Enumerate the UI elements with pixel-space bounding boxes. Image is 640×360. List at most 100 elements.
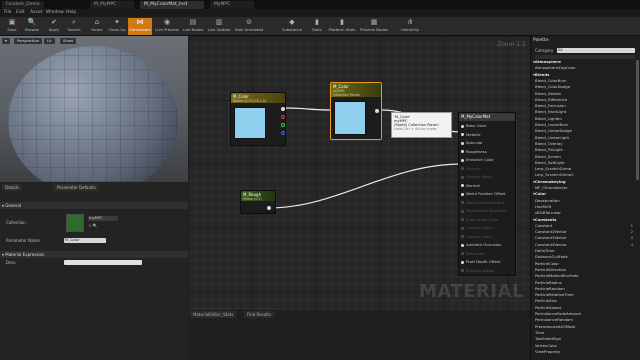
substance-button[interactable]: ◆ Substance	[280, 18, 304, 35]
material-input-row[interactable]: Opacity	[461, 166, 481, 172]
live-nodes-button[interactable]: ▤ Live Nodes	[182, 18, 204, 35]
material-input-pin[interactable]	[461, 269, 464, 272]
material-input-row[interactable]: Roughness	[461, 149, 487, 155]
material-input-pin[interactable]	[461, 192, 464, 196]
menu-file[interactable]: File	[4, 10, 12, 15]
palette-item[interactable]: MF_Chromakeyer	[535, 185, 637, 191]
material-input-row[interactable]: Custom Data 1	[461, 234, 494, 240]
viewport-menu-button[interactable]: ▾	[2, 38, 10, 44]
palette-category[interactable]: ▾Constants	[533, 217, 635, 223]
tab-m-mycolormat-inst[interactable]: M_MyColorMat_Inst	[140, 1, 204, 9]
material-input-row[interactable]: Pixel Depth Offset	[461, 259, 500, 265]
palette-item[interactable]: PerInstanceRandom	[535, 317, 637, 323]
material-input-row[interactable]: Shading Model	[461, 268, 494, 274]
palette-item[interactable]: Blend_Screen	[535, 154, 637, 160]
palette-item[interactable]: Desaturation	[535, 198, 637, 204]
palette-item[interactable]: Time	[535, 330, 637, 336]
pin-mpc-output[interactable]	[375, 109, 379, 113]
tab-materialeditor-stats[interactable]: MaterialEditor_Stats	[190, 311, 237, 318]
palette-item[interactable]: Blend_HardLight	[535, 109, 637, 115]
palette-item[interactable]: Blend_Exclusion	[535, 103, 637, 109]
show-button[interactable]: Show	[60, 38, 77, 44]
apply-button[interactable]: ✔ Apply	[43, 18, 65, 35]
preview-viewport[interactable]: ▾ Perspective Lit Show	[0, 36, 188, 182]
collection-thumbnail[interactable]	[66, 214, 84, 232]
pin-color-rgb[interactable]	[281, 107, 285, 111]
palette-item[interactable]: DistanceCullFade	[535, 254, 637, 260]
tab-find-results[interactable]: Find Results	[244, 311, 274, 318]
category-dropdown[interactable]: All	[557, 48, 635, 53]
material-input-row[interactable]: Specular	[461, 140, 483, 146]
palette-item[interactable]: VertexColor	[535, 343, 637, 349]
hierarchy-button[interactable]: ⋔ Hierarchy	[398, 18, 422, 35]
platform-stats-button[interactable]: ▮ Platform Stats	[328, 18, 356, 35]
tab-fundam-demo[interactable]: Fundam_Demo	[2, 1, 44, 9]
material-input-pin[interactable]	[461, 133, 464, 136]
save-button[interactable]: ▣ Save	[1, 18, 23, 35]
material-input-pin[interactable]	[461, 260, 464, 264]
palette-item[interactable]: ParticleSize	[535, 298, 637, 304]
palette-item[interactable]: Blend_LinearLight	[535, 135, 637, 141]
pin-color-b[interactable]	[281, 131, 285, 135]
material-input-pin[interactable]	[461, 175, 464, 179]
material-input-row[interactable]: World Displacement	[461, 200, 504, 206]
browse-collection-icon[interactable]: ⟲ 🔍	[88, 223, 98, 228]
palette-item[interactable]: Blend_Darken	[535, 91, 637, 97]
material-input-pin[interactable]	[461, 243, 464, 247]
desc-input[interactable]	[64, 260, 142, 265]
palette-item[interactable]: Blend_ColorDodge	[535, 84, 637, 90]
material-input-pin[interactable]	[461, 150, 464, 153]
palette-item[interactable]: Blend_PinLight	[535, 147, 637, 153]
palette-item[interactable]: Blend_ColorBurn	[535, 78, 637, 84]
material-input-row[interactable]: Refraction	[461, 251, 485, 257]
material-input-row[interactable]: Base Color	[461, 123, 486, 129]
pin-color-r[interactable]	[281, 115, 285, 119]
material-input-row[interactable]: World Position Offset	[461, 191, 506, 197]
material-input-pin[interactable]	[461, 226, 464, 230]
search-button[interactable]: ⌕ Search	[63, 18, 85, 35]
palette-item[interactable]: ParticleMotionBlurFade	[535, 273, 637, 279]
palette-item[interactable]: Constant2Vector 2	[535, 229, 637, 235]
palette-item[interactable]: Blend_LinearDodge	[535, 128, 637, 134]
home-button[interactable]: ⌂ Home	[86, 18, 108, 35]
palette-item[interactable]: ParticleColor	[535, 261, 637, 267]
pin-color-g[interactable]	[281, 123, 285, 127]
palette-item[interactable]: Constant4Vector 4	[535, 242, 637, 248]
palette-item[interactable]: HueShift	[535, 204, 637, 210]
tab-m-mympc[interactable]: M_MyMPC	[90, 1, 134, 9]
material-input-row[interactable]: Opacity Mask	[461, 174, 492, 180]
palette-item[interactable]: Lerp_ScratchGrime2	[535, 172, 637, 178]
live-preview-button[interactable]: ◉ Live Preview	[154, 18, 180, 35]
tab-details[interactable]: Details	[2, 184, 22, 191]
palette-item[interactable]: sRGBToLinear	[535, 210, 637, 216]
palette-item[interactable]: Blend_SoftLight	[535, 160, 637, 166]
palette-item[interactable]: PerInstanceFadeAmount	[535, 311, 637, 317]
live-update-button[interactable]: ▥ Live Update	[206, 18, 232, 35]
material-input-row[interactable]: Normal	[461, 183, 480, 189]
palette-item[interactable]: Constant3Vector 3	[535, 235, 637, 241]
tab-parameter-defaults[interactable]: Parameter Defaults	[54, 184, 99, 191]
material-input-row[interactable]: Custom Data 0	[461, 225, 494, 231]
menu-edit[interactable]: Edit	[16, 10, 25, 15]
palette-item[interactable]: Blend_Lighten	[535, 116, 637, 122]
palette-item[interactable]: Constant 1	[535, 223, 637, 229]
lit-button[interactable]: Lit	[44, 38, 55, 44]
material-graph[interactable]: Zoom 1:1 M_Color Param (0.17,0.6,1,0) M_…	[188, 36, 530, 310]
connectors-button[interactable]: ⋈ Connectors	[128, 18, 152, 35]
palette-item[interactable]: ParticleRandom	[535, 286, 637, 292]
node-material-result[interactable]: M_MyColorMat Base Color Metallic Specular R…	[458, 112, 516, 276]
palette-item[interactable]: Lerp_ScratchGrime	[535, 166, 637, 172]
material-input-pin[interactable]	[461, 218, 464, 221]
node-m-color-collection-param[interactable]: M_Color myMPC Collection Param	[330, 82, 382, 140]
material-input-pin[interactable]	[461, 158, 464, 162]
perspective-button[interactable]: Perspective	[14, 38, 42, 44]
material-input-pin[interactable]	[461, 167, 464, 170]
palette-item[interactable]: Blend_LinearBurn	[535, 122, 637, 128]
material-input-pin[interactable]	[461, 209, 464, 213]
palette-item[interactable]: TwoSidedSign	[535, 336, 637, 342]
palette-item[interactable]: DeltaTime	[535, 248, 637, 254]
section-material-expression[interactable]: ▾ Material Expression	[0, 251, 188, 258]
palette-item[interactable]: ParticleDirection	[535, 267, 637, 273]
node-m-color[interactable]: M_Color Param (0.17,0.6,1,0)	[230, 92, 286, 146]
section-general[interactable]: ▾ General	[0, 202, 188, 209]
